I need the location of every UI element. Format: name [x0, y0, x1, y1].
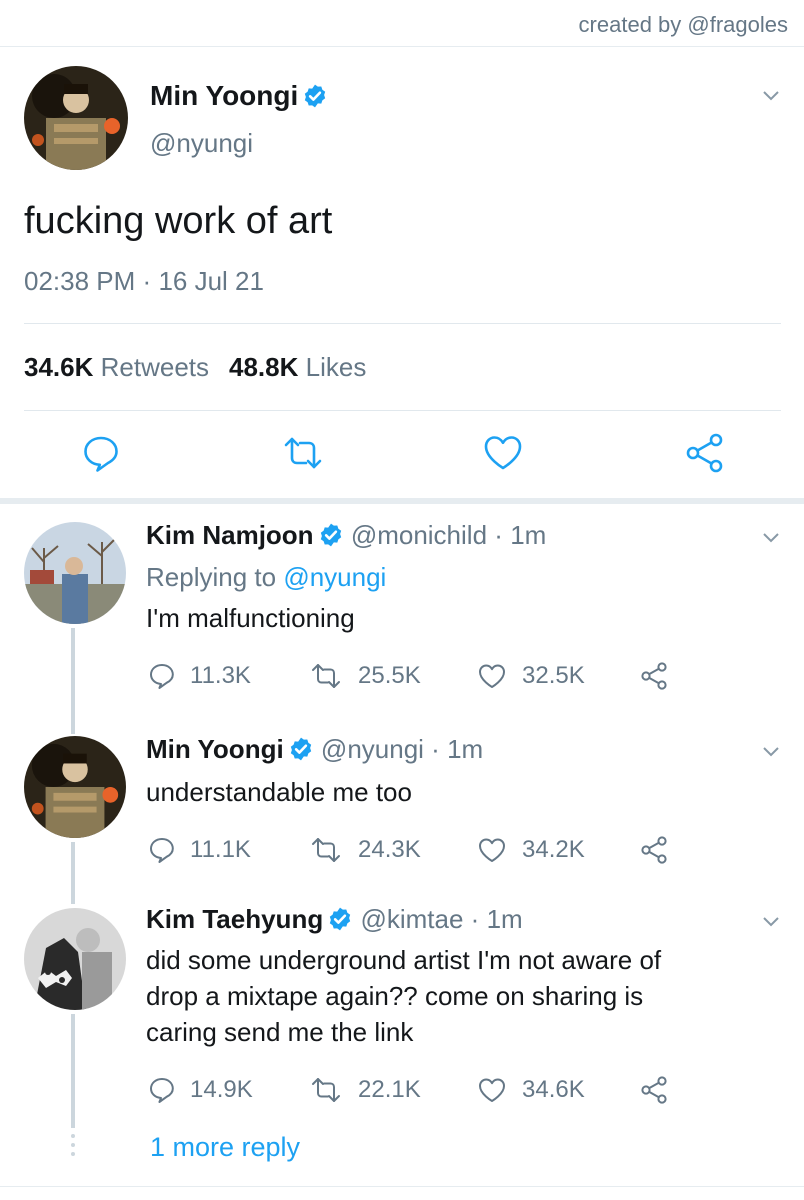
tweet-text-line: drop a mixtape again?? come on sharing i…: [146, 981, 644, 1011]
author-name[interactable]: Kim Taehyung: [146, 904, 323, 934]
author-handle[interactable]: @kimtae: [360, 904, 463, 934]
reply-header: Kim Namjoon @monichild · 1m: [146, 520, 546, 551]
retweet-icon[interactable]: [310, 1074, 342, 1106]
likes-count: 48.8K: [229, 352, 299, 382]
author-handle[interactable]: @nyungi: [150, 128, 253, 159]
reply-icon[interactable]: [78, 430, 124, 476]
avatar[interactable]: [24, 66, 128, 170]
time-separator: ·: [494, 520, 503, 550]
like-count: 34.2K: [522, 836, 585, 863]
share-icon[interactable]: [682, 430, 728, 476]
time-separator: ·: [431, 734, 440, 764]
retweet-icon[interactable]: [310, 660, 342, 692]
reply-header: Min Yoongi @nyungi · 1m: [146, 734, 483, 765]
thread-line: [71, 1014, 75, 1128]
author-handle[interactable]: @monichild: [351, 520, 487, 550]
tweet-actions: 11.3K 25.5K 32.5K: [146, 660, 706, 694]
retweet-icon[interactable]: [280, 430, 326, 476]
retweet-count: 25.5K: [358, 662, 421, 689]
time-separator: ·: [142, 266, 152, 296]
chevron-down-icon[interactable]: [760, 740, 782, 762]
reply-count: 14.9K: [190, 1076, 253, 1103]
author-name[interactable]: Kim Namjoon: [146, 520, 314, 550]
replying-to-link[interactable]: @nyungi: [283, 562, 386, 592]
share-icon[interactable]: [638, 1074, 670, 1106]
share-icon[interactable]: [638, 660, 670, 692]
like-count: 32.5K: [522, 662, 585, 689]
retweet-count: 22.1K: [358, 1076, 421, 1103]
author-name[interactable]: Min Yoongi: [150, 80, 328, 112]
verified-badge-icon: [318, 522, 344, 548]
tweet-text-line: did some underground artist I'm not awar…: [146, 945, 662, 975]
tweet-date: 16 Jul 21: [158, 266, 264, 296]
retweet-icon[interactable]: [310, 834, 342, 866]
tweet-stats: 34.6K Retweets 48.8K Likes: [24, 352, 366, 383]
thread-more-dots: [68, 1134, 78, 1161]
more-replies-link[interactable]: 1 more reply: [150, 1132, 300, 1163]
verified-badge-icon: [302, 83, 328, 109]
thread-line: [71, 842, 75, 904]
likes-stat[interactable]: 48.8K Likes: [229, 352, 366, 382]
retweets-count: 34.6K: [24, 352, 94, 382]
tweet-time: 1m: [447, 734, 484, 764]
tweet-time: 1m: [510, 520, 547, 550]
tweet-actions: 14.9K 22.1K 34.6K: [146, 1074, 706, 1108]
replying-to-label: Replying to: [146, 562, 277, 592]
tweet-text-line: I'm malfunctioning: [146, 603, 355, 633]
section-divider: [0, 498, 804, 504]
tweet-timestamp: 02:38 PM · 16 Jul 21: [24, 266, 264, 297]
tweet-text-line: caring send me the link: [146, 1017, 414, 1047]
divider: [24, 410, 781, 411]
like-icon[interactable]: [476, 660, 508, 692]
reply-icon[interactable]: [146, 660, 178, 692]
author-name-text[interactable]: Min Yoongi: [150, 80, 298, 111]
tweet-text: did some underground artist I'm not awar…: [146, 942, 661, 1050]
likes-label: Likes: [305, 352, 367, 382]
verified-badge-icon: [327, 906, 353, 932]
author-name[interactable]: Min Yoongi: [146, 734, 284, 764]
tweet-actions: [0, 430, 804, 480]
like-count: 34.6K: [522, 1076, 585, 1103]
avatar[interactable]: [24, 908, 126, 1010]
tweet-text: fucking work of art: [24, 200, 333, 242]
author-handle[interactable]: @nyungi: [321, 734, 424, 764]
avatar[interactable]: [24, 522, 126, 624]
divider: [0, 1186, 804, 1187]
verified-badge-icon: [288, 736, 314, 762]
replying-to: Replying to @nyungi: [146, 562, 386, 593]
tweet-text: understandable me too: [146, 774, 412, 810]
like-icon[interactable]: [480, 430, 526, 476]
avatar[interactable]: [24, 736, 126, 838]
like-icon[interactable]: [476, 834, 508, 866]
share-icon[interactable]: [638, 834, 670, 866]
retweet-count: 24.3K: [358, 836, 421, 863]
divider: [0, 46, 804, 47]
reply-count: 11.3K: [190, 662, 251, 689]
tweet-time: 1m: [486, 904, 523, 934]
chevron-down-icon[interactable]: [760, 84, 782, 106]
credit-text: created by @fragoles: [578, 12, 788, 37]
like-icon[interactable]: [476, 1074, 508, 1106]
reply-count: 11.1K: [190, 836, 251, 863]
tweet-time: 02:38 PM: [24, 266, 136, 296]
reply-header: Kim Taehyung @kimtae · 1m: [146, 904, 523, 935]
reply-icon[interactable]: [146, 834, 178, 866]
tweet-actions: 11.1K 24.3K 34.2K: [146, 834, 706, 868]
reply-icon[interactable]: [146, 1074, 178, 1106]
tweet-text: I'm malfunctioning: [146, 600, 355, 636]
divider: [24, 323, 781, 324]
retweets-label: Retweets: [100, 352, 210, 382]
chevron-down-icon[interactable]: [760, 910, 782, 932]
thread-line: [71, 628, 75, 734]
tweet-text-line: understandable me too: [146, 777, 412, 807]
chevron-down-icon[interactable]: [760, 526, 782, 548]
retweets-stat[interactable]: 34.6K Retweets: [24, 352, 209, 382]
time-separator: ·: [470, 904, 480, 934]
